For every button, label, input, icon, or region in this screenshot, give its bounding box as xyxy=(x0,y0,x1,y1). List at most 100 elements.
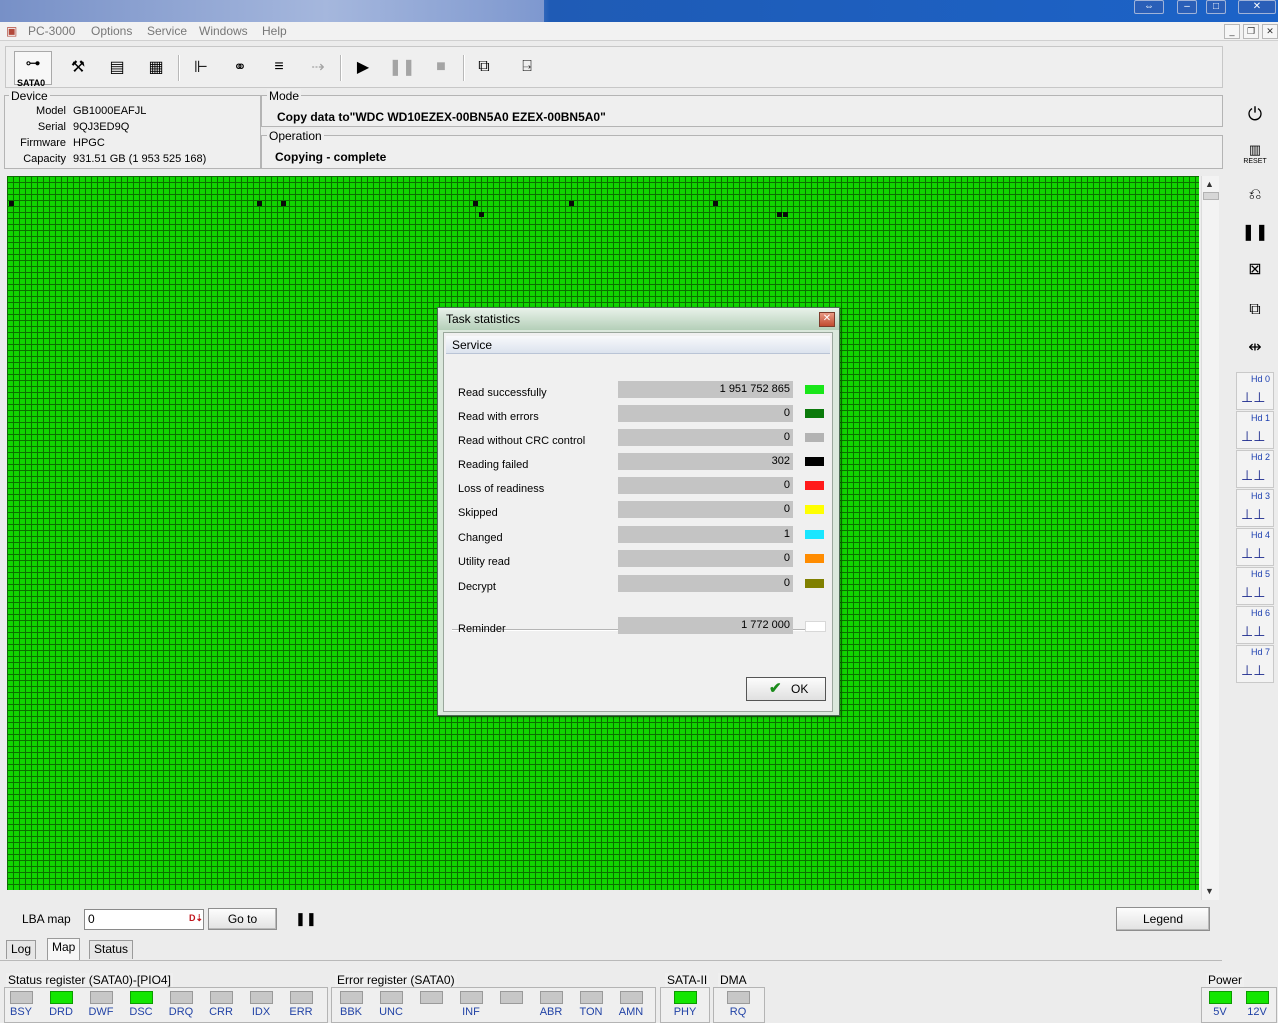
sector-edit-icon[interactable]: ≡ xyxy=(263,51,295,83)
stat-row-label: Decrypt xyxy=(458,581,496,593)
bad-sector-block xyxy=(777,212,782,217)
bad-sector-block xyxy=(569,201,574,206)
binoculars-icon[interactable]: ⚭ xyxy=(224,51,256,83)
scroll-up-icon[interactable]: ▲ xyxy=(1205,179,1214,189)
hd-7-button[interactable]: Hd 7 ⊥⊥ xyxy=(1236,645,1274,683)
stat-row-value: 0 xyxy=(783,479,790,491)
stat-row-value: 0 xyxy=(783,577,790,589)
reset-chip-icon: ▥ xyxy=(1248,141,1262,157)
hd-1-button[interactable]: Hd 1 ⊥⊥ xyxy=(1236,411,1274,449)
serial-value: 9QJ3ED9Q xyxy=(73,121,130,133)
play-icon[interactable]: ▶ xyxy=(347,51,379,83)
stat-row-value: 0 xyxy=(783,552,790,564)
menu-help[interactable]: Help xyxy=(262,24,287,38)
stat-row-value: 0 xyxy=(783,503,790,515)
device-info-icon[interactable]: ▤ xyxy=(101,51,133,83)
status-register-title: Status register (SATA0)-[PIO4] xyxy=(6,973,173,987)
error-register-led-label: INF xyxy=(462,1006,480,1018)
copy-windows-icon[interactable]: ⧉ xyxy=(468,51,500,83)
lba-input-box[interactable]: 0 D⇣ xyxy=(84,909,204,930)
percent-test-icon[interactable]: ▦ xyxy=(140,51,172,83)
menu-options[interactable]: Options xyxy=(91,24,132,38)
chip-x-icon[interactable]: ⊠ xyxy=(1239,253,1271,285)
error-register-led-label: TON xyxy=(579,1006,603,1018)
hard-drive-icon: ⊥⊥ xyxy=(1241,584,1266,600)
stat-color-swatch xyxy=(805,409,824,418)
switch-icon[interactable]: ⎌ xyxy=(1239,179,1271,211)
stat-color-swatch xyxy=(805,554,824,563)
ok-button[interactable]: ✔ OK xyxy=(746,677,826,701)
right-sidebar: ⏻ ▥ RESET ⎌ ❚❚ ⊠ ⧉ ⇹ Hd 0 ⊥⊥ Hd 1 ⊥⊥ Hd 2 ⊥⊥ H… xyxy=(1235,96,1275,683)
scroll-down-icon[interactable]: ▼ xyxy=(1205,886,1214,896)
sidebar-pause-icon[interactable]: ❚❚ xyxy=(1239,216,1271,248)
operation-text: Copying - complete xyxy=(275,150,387,164)
stat-row-label: Changed xyxy=(458,532,503,544)
stop-icon[interactable]: ■ xyxy=(425,51,457,83)
tools-icon[interactable]: ⚒ xyxy=(62,51,94,83)
hd-6-button[interactable]: Hd 6 ⊥⊥ xyxy=(1236,606,1274,644)
status-register-led-label: ERR xyxy=(289,1006,313,1018)
stat-row-label: Skipped xyxy=(458,507,498,519)
power-led xyxy=(1246,991,1269,1004)
hd-4-button[interactable]: Hd 4 ⊥⊥ xyxy=(1236,528,1274,566)
sata-port-button[interactable]: ⊶ SATA0 xyxy=(14,51,52,88)
power-title: Power xyxy=(1206,973,1245,987)
hd-button-label: Hd 1 xyxy=(1250,413,1270,423)
maximize-window-button[interactable]: □ xyxy=(1206,0,1226,14)
minimize-window-button[interactable]: – xyxy=(1177,0,1197,14)
stat-row-value: 1 xyxy=(783,528,790,540)
power-cycle-icon[interactable]: ⏻ xyxy=(1239,98,1271,130)
menu-windows[interactable]: Windows xyxy=(199,24,248,38)
dialog-close-button[interactable]: ✕ xyxy=(819,312,835,327)
close-window-button[interactable]: ✕ xyxy=(1238,0,1276,14)
copy-chip-icon[interactable]: ⧉ xyxy=(1239,294,1271,326)
hd-0-button[interactable]: Hd 0 ⊥⊥ xyxy=(1236,372,1274,410)
error-register-led xyxy=(340,991,363,1004)
error-register-led xyxy=(580,991,603,1004)
map-pause-icon[interactable]: ❚❚ xyxy=(295,911,317,927)
tab-status[interactable]: Status xyxy=(89,940,134,959)
stat-color-swatch xyxy=(805,530,824,539)
file-tree-icon[interactable]: ⊩ xyxy=(185,51,217,83)
hd-3-button[interactable]: Hd 3 ⊥⊥ xyxy=(1236,489,1274,527)
hd-5-button[interactable]: Hd 5 ⊥⊥ xyxy=(1236,567,1274,605)
legend-button[interactable]: Legend xyxy=(1116,907,1210,931)
status-register-led xyxy=(130,991,153,1004)
stat-row-value-box: 1 951 752 865 xyxy=(618,381,793,398)
error-register-led xyxy=(380,991,403,1004)
hd-button-label: Hd 6 xyxy=(1250,608,1270,618)
exit-door-icon[interactable]: ⍈ xyxy=(511,51,543,83)
hd-button-label: Hd 3 xyxy=(1250,491,1270,501)
reset-button[interactable]: ▥ RESET xyxy=(1239,137,1271,169)
hard-drive-icon: ⊥⊥ xyxy=(1241,662,1266,678)
hd-button-label: Hd 7 xyxy=(1250,647,1270,657)
stat-row-label: Read with errors xyxy=(458,411,539,423)
hd-2-button[interactable]: Hd 2 ⊥⊥ xyxy=(1236,450,1274,488)
cable-icon[interactable]: ⇹ xyxy=(1239,331,1271,363)
pause-icon[interactable]: ❚❚ xyxy=(386,51,418,83)
tab-log[interactable]: Log xyxy=(6,940,37,959)
mdi-close-button[interactable]: ✕ xyxy=(1262,24,1278,39)
map-scrollbar[interactable]: ▲ ▼ xyxy=(1201,176,1219,900)
export-icon[interactable]: ⇢ xyxy=(302,51,334,83)
dropdown-arrow-icon[interactable]: D⇣ xyxy=(189,913,203,924)
lba-input[interactable]: 0 xyxy=(88,912,95,926)
tab-map[interactable]: Map xyxy=(47,938,81,960)
scroll-thumb[interactable] xyxy=(1203,192,1219,200)
hard-drive-icon: ⊥⊥ xyxy=(1241,623,1266,639)
sata-ii-title: SATA-II xyxy=(665,973,710,987)
status-register-led xyxy=(90,991,113,1004)
bad-sector-block xyxy=(479,212,484,217)
main-toolbar: ⊶ SATA0 ⚒ ▤ ▦ ⊩ ⚭ ≡ ⇢ ▶ ❚❚ ■ ⧉ ⍈ xyxy=(5,46,1223,88)
menu-bar: ▣ PC-3000 Options Service Windows Help _… xyxy=(0,22,1278,41)
restore-window-button[interactable]: ⇔ xyxy=(1134,0,1164,14)
sata-port-label: SATA0 xyxy=(17,78,46,88)
mdi-restore-button[interactable]: ❐ xyxy=(1243,24,1259,39)
sata-ii-led-label: PHY xyxy=(673,1006,697,1018)
menu-service[interactable]: Service xyxy=(147,24,187,38)
lba-map-label: LBA map xyxy=(22,912,71,926)
mdi-minimize-button[interactable]: _ xyxy=(1224,24,1240,39)
stat-row-value-box: 0 xyxy=(618,575,793,592)
goto-button[interactable]: Go to xyxy=(208,908,277,930)
mode-group-label: Mode xyxy=(267,89,302,103)
